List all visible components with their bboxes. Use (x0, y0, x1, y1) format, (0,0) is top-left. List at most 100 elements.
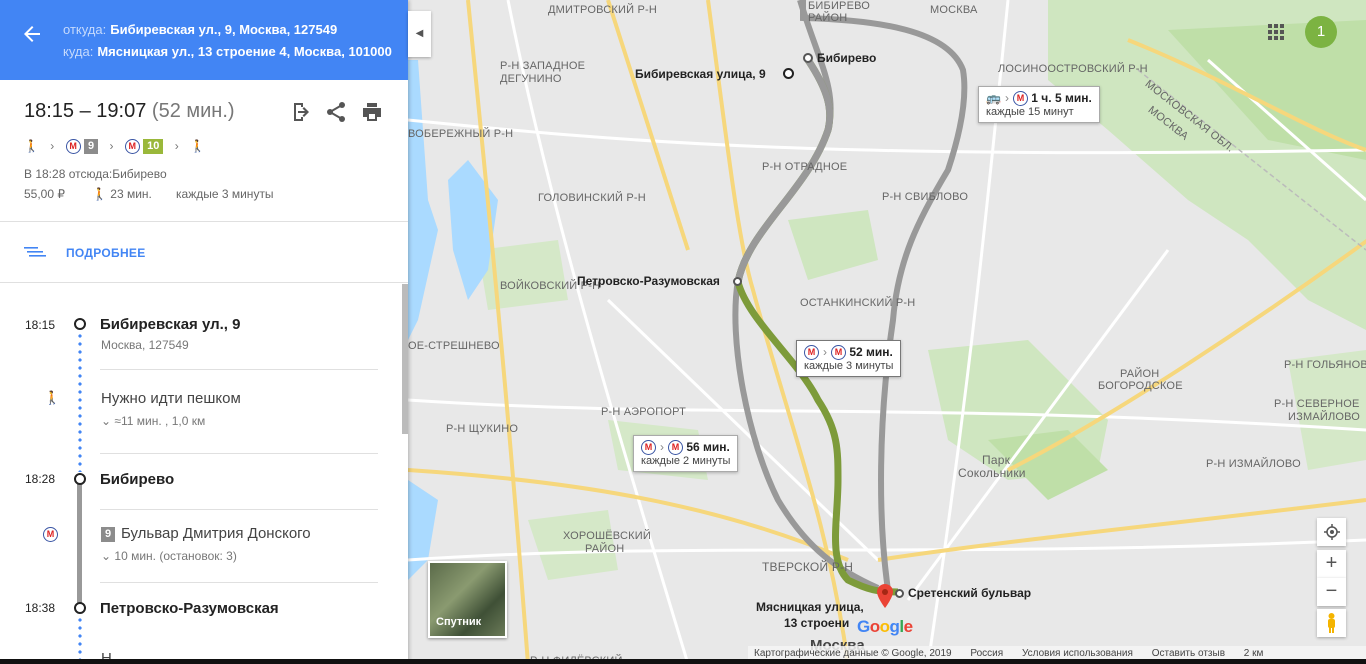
scale-label[interactable]: 2 км (1244, 648, 1264, 659)
map-canvas (408, 0, 1366, 664)
route-header: откуда: Бибиревская ул., 9, Москва, 12754… (0, 0, 408, 80)
map-label: Р-Н ОТРАДНОЕ (762, 161, 848, 173)
map-label: ЛОСИНООСТРОВСКИЙ Р-Н (998, 63, 1148, 75)
stop-name[interactable]: Петровско-Разумовская (100, 600, 279, 617)
metro-icon: M (65, 139, 81, 155)
station-label[interactable]: Бибирево (817, 51, 876, 65)
map-label: ИЗМАЙЛОВО (1288, 411, 1361, 423)
scrollbar[interactable] (402, 284, 408, 434)
walk-step-sub[interactable]: ⌄ ≈11 мин. , 1,0 км (101, 414, 205, 428)
stop-name[interactable]: Бибиревская ул., 9 (100, 316, 240, 333)
map-label: РАЙОН (1120, 368, 1160, 380)
collapse-panel-button[interactable]: ◀ (408, 11, 431, 57)
zoom-out-button[interactable]: − (1317, 578, 1346, 606)
step-time: 18:15 (25, 318, 56, 332)
zoom-in-button[interactable]: + (1317, 550, 1346, 578)
origin-value: Бибиревская ул., 9, Москва, 127549 (110, 22, 338, 37)
route-steps-row: 🚶 › M 9 › M 10 › 🚶 (24, 139, 205, 157)
apps-grid-icon[interactable] (1264, 20, 1288, 44)
walk-icon: 🚶 (190, 139, 206, 153)
map-label: ДМИТРОВСКИЙ Р-Н (548, 4, 658, 16)
station-marker-icon[interactable] (895, 589, 904, 598)
walk-time: 🚶 23 мин. (92, 187, 152, 201)
map-label: Сокольники (958, 466, 1026, 480)
depart-info: В 18:28 отсюда:Бибирево (24, 167, 167, 181)
route-card-selected[interactable]: M › M 52 мин. каждые 3 минуты (796, 340, 902, 378)
origin-marker-icon[interactable] (783, 68, 794, 79)
destination-line[interactable]: куда: Мясницкая ул., 13 строение 4, Москв… (63, 44, 392, 59)
metro-icon: M (43, 527, 58, 542)
metro-icon: M (1012, 91, 1028, 107)
ride-stops: 10 мин. (остановок: 3) (114, 549, 237, 563)
station-label[interactable]: Сретенский бульвар (908, 586, 1031, 600)
route-time: 1 ч. 5 мин. (1031, 91, 1092, 105)
map-label: Р-Н ЗАПАДНОЕ (500, 60, 586, 72)
map-label: БИБИРЕВО (808, 0, 871, 12)
walk-step-detail: ≈11 мин. , 1,0 км (114, 414, 206, 428)
stop-name[interactable]: Бибирево (100, 471, 174, 488)
destination-value: Мясницкая ул., 13 строение 4, Москва, 10… (97, 44, 392, 59)
divider (0, 282, 408, 283)
station-marker-icon[interactable] (733, 277, 742, 286)
map-label: Р-Н АЭРОПОРТ (601, 406, 687, 418)
map[interactable]: ДМИТРОВСКИЙ Р-Н БИБИРЕВО РАЙОН МОСКВА ЛО… (408, 0, 1366, 664)
share-icon[interactable] (324, 100, 348, 124)
map-label: МОСКВА (930, 4, 978, 16)
map-label: РАЙОН (585, 543, 625, 555)
origin-stop-label[interactable]: Бибиревская улица, 9 (635, 67, 766, 81)
taskbar-strip (0, 659, 1366, 664)
avatar[interactable]: 1 (1305, 16, 1337, 48)
destination-label[interactable]: 13 строени (784, 616, 849, 630)
chevron-right-icon: › (109, 139, 114, 153)
send-to-phone-icon[interactable] (288, 100, 312, 124)
my-location-icon[interactable] (1317, 518, 1346, 546)
chevron-right-icon: › (50, 139, 55, 153)
walk-path-line (78, 616, 82, 664)
ride-direction: Бульвар Дмитрия Донского (121, 525, 311, 542)
ride-sub[interactable]: ⌄ 10 мин. (остановок: 3) (101, 549, 237, 563)
map-label: ХОРОШЁВСКИЙ (563, 530, 651, 542)
route-frequency: каждые 3 минуты (804, 360, 894, 373)
route-card-bus[interactable]: 🚌 › M 1 ч. 5 мин. каждые 15 минут (978, 86, 1100, 124)
terms-link[interactable]: Условия использования (1022, 648, 1133, 659)
divider (100, 453, 378, 454)
origin-line[interactable]: откуда: Бибиревская ул., 9, Москва, 12754… (63, 22, 337, 37)
country-link[interactable]: Россия (970, 648, 1003, 659)
walk-icon: 🚶 (24, 139, 39, 153)
satellite-toggle[interactable]: Спутник (428, 561, 507, 638)
map-label: ОЕ-СТРЕШНЕВО (408, 340, 500, 352)
map-label: ОСТАНКИНСКИЙ Р-Н (800, 297, 916, 309)
route-card-alt[interactable]: M › M 56 мин. каждые 2 минуты (633, 435, 739, 473)
map-data-credit: Картографические данные © Google, 2019 (754, 648, 952, 659)
walk-time-value: 23 мин. (110, 187, 152, 201)
walk-icon: 🚶 (44, 390, 61, 405)
map-label: ТВЕРСКОЙ Р-Н (762, 560, 854, 574)
back-arrow-icon[interactable] (20, 22, 44, 46)
metro-icon: M (641, 440, 656, 456)
map-label: Р-Н ЩУКИНО (446, 423, 519, 435)
station-marker-icon[interactable] (803, 53, 813, 63)
divider (0, 221, 408, 222)
directions-panel: откуда: Бибиревская ул., 9, Москва, 12754… (0, 0, 408, 664)
route-frequency: каждые 2 минуты (641, 455, 731, 468)
route-time: 56 мин. (686, 440, 730, 454)
divider (100, 509, 378, 510)
details-button[interactable]: ПОДРОБНЕЕ (24, 244, 146, 264)
map-label: РАЙОН (808, 12, 848, 24)
route-time: 52 мин. (849, 345, 893, 359)
map-label: Р-Н ИЗМАЙЛОВО (1206, 458, 1301, 470)
station-label[interactable]: Петровско-Разумовская (577, 274, 720, 288)
divider (100, 369, 378, 370)
destination-label[interactable]: Мясницкая улица, (756, 600, 864, 614)
metro-icon: M (668, 440, 683, 456)
chevron-down-icon: ⌄ (101, 549, 112, 563)
metro-line-path (77, 484, 82, 610)
feedback-link[interactable]: Оставить отзыв (1152, 648, 1225, 659)
map-label: БОГОРОДСКОЕ (1098, 380, 1183, 392)
print-icon[interactable] (360, 100, 384, 124)
divider (100, 582, 378, 583)
pegman-icon[interactable] (1317, 609, 1346, 637)
step-time: 18:28 (25, 472, 56, 486)
fare: 55,00 ₽ (24, 187, 65, 201)
metro-icon: M (804, 345, 819, 361)
